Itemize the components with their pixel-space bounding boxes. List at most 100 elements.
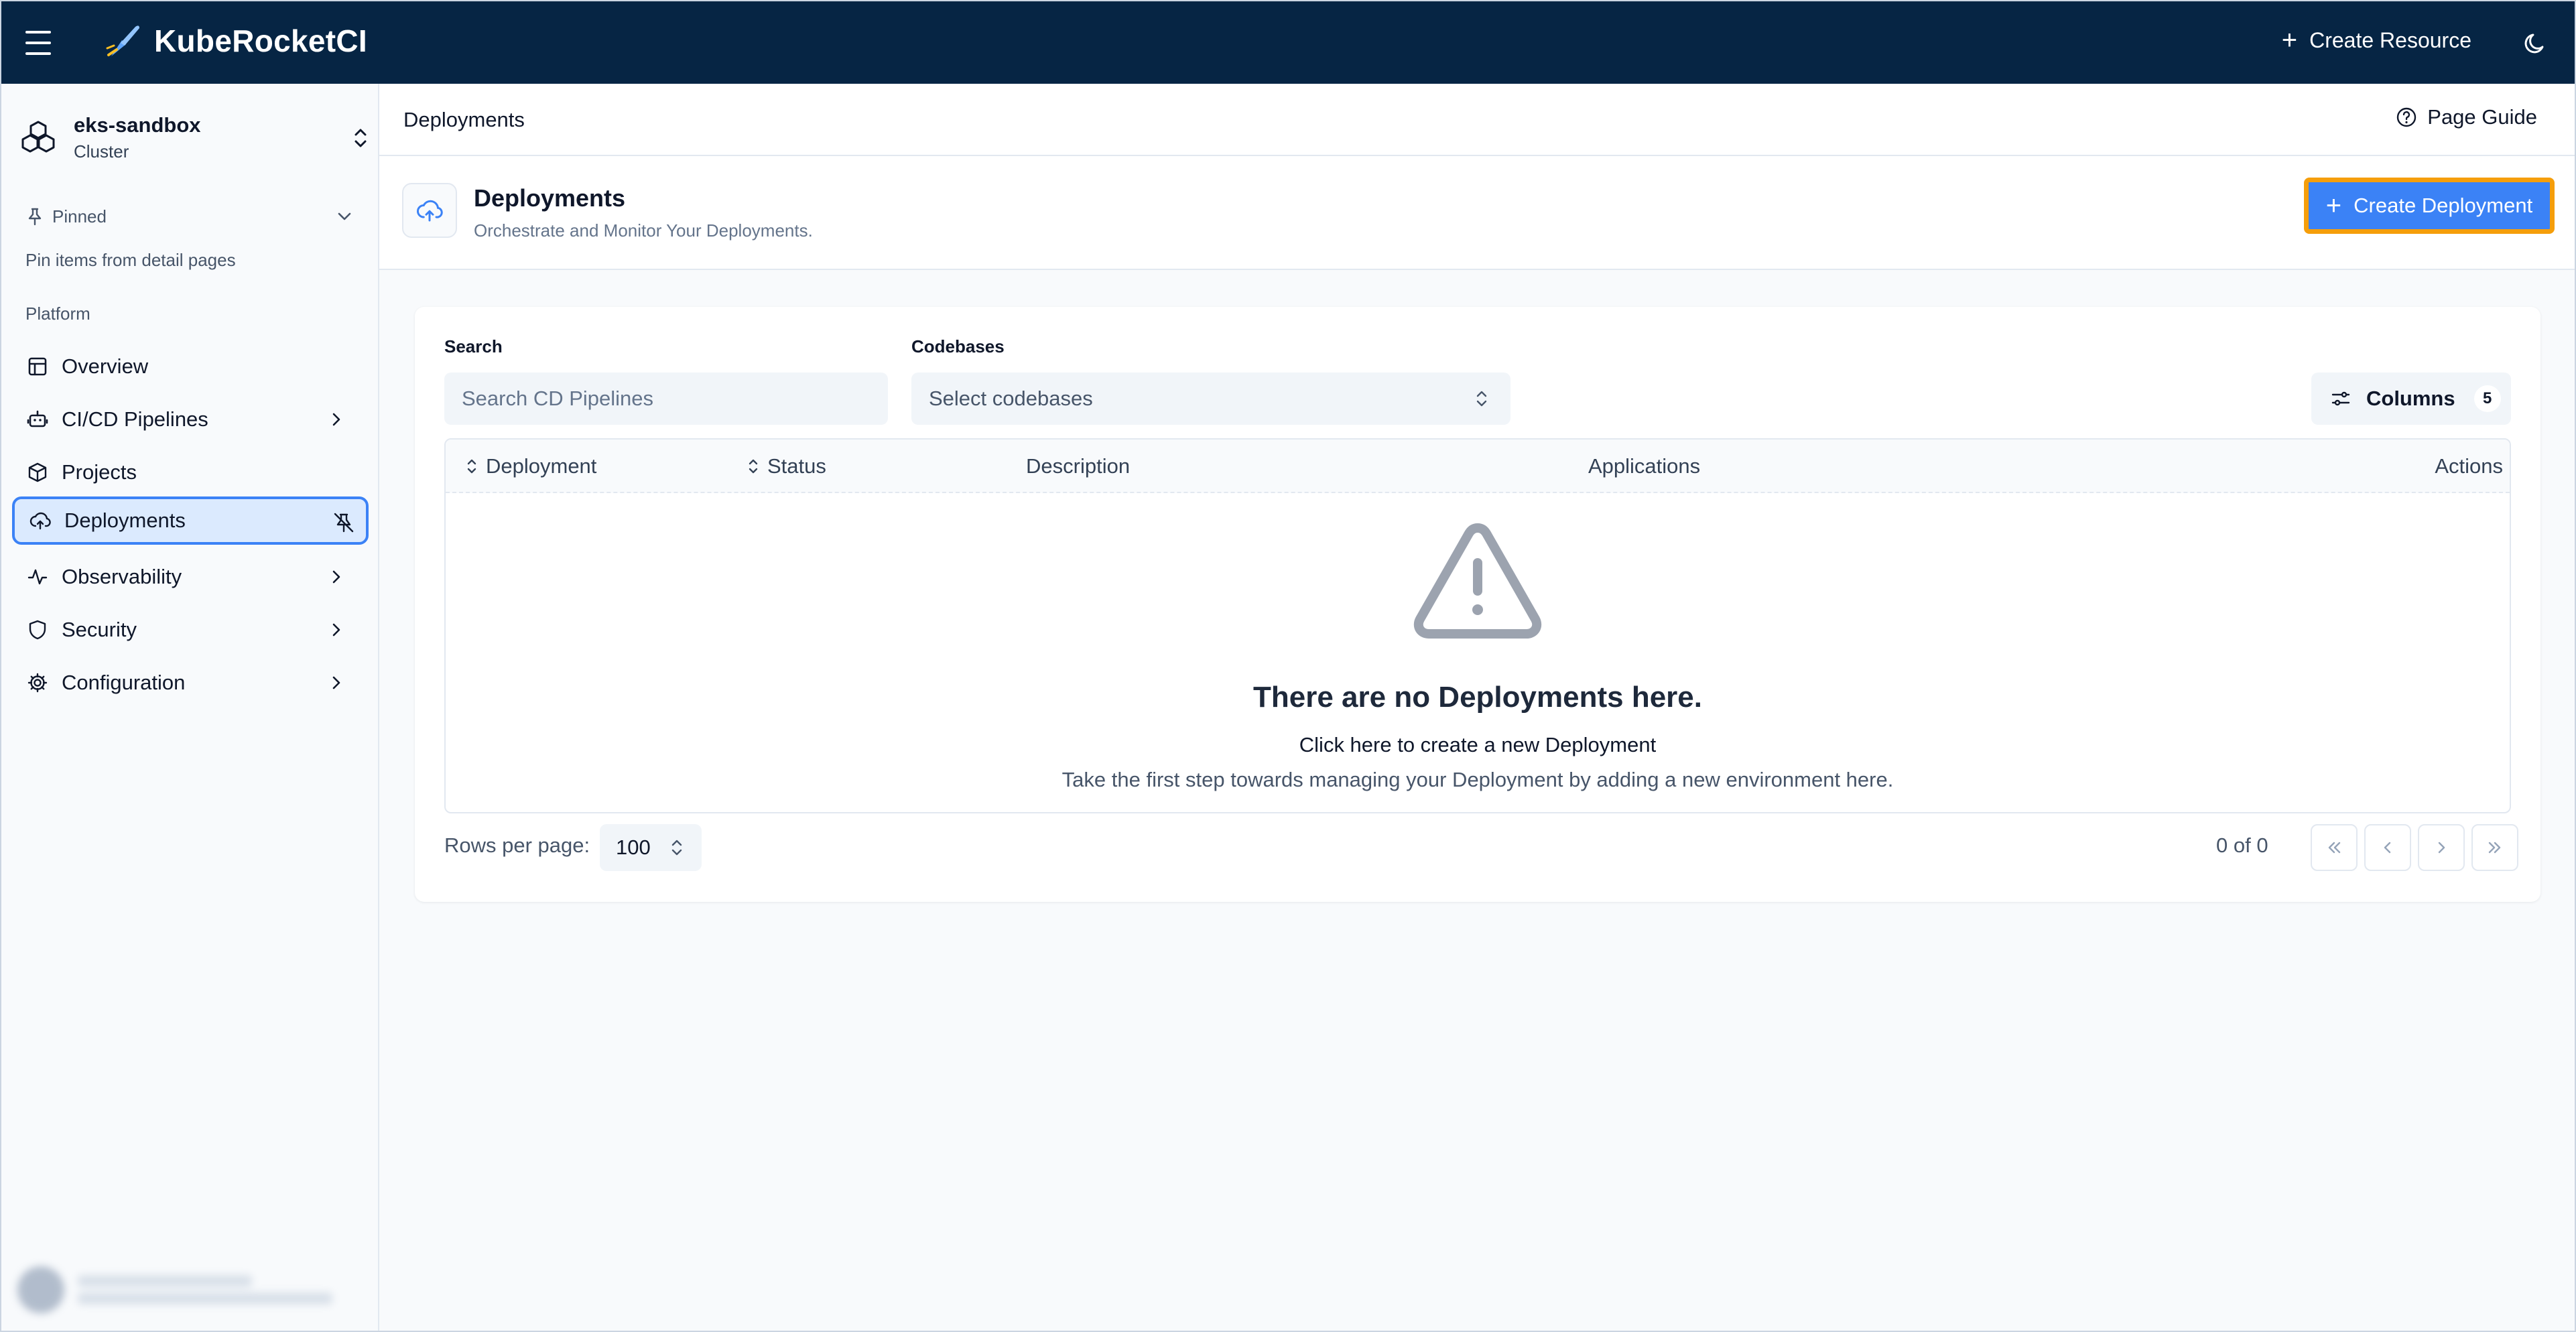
first-page-button[interactable] [2311, 824, 2358, 871]
search-input[interactable] [444, 373, 888, 425]
sort-icon [749, 459, 758, 474]
sidebar-item-label: Configuration [62, 671, 186, 694]
cluster-switcher[interactable]: eks-sandbox Cluster [20, 107, 369, 168]
deployments-table: Deployment Status Description Applicatio… [444, 438, 2511, 813]
page-header: Deployments Orchestrate and Monitor Your… [379, 156, 2575, 270]
app-window: KubeRocketCI + Create Resource eks-sandb… [0, 0, 2576, 1332]
sidebar-item-label: Deployments [64, 509, 186, 532]
chevron-left-icon [2384, 842, 2391, 854]
codebases-select[interactable]: Select codebases [911, 373, 1510, 425]
column-header-label: Actions [2435, 454, 2503, 478]
column-header-label: Applications [1588, 454, 1701, 478]
page-guide-button[interactable]: Page Guide [2395, 105, 2537, 129]
table-header: Deployment Status Description Applicatio… [446, 440, 2510, 493]
columns-count-badge: 5 [2473, 385, 2501, 412]
pin-off-icon[interactable] [332, 511, 355, 534]
sliders-icon [2331, 391, 2350, 406]
column-header-applications: Applications [1588, 454, 1700, 478]
sidebar: eks-sandbox Cluster Pinned Pin items fro… [1, 84, 379, 1331]
search-label: Search [444, 336, 503, 356]
empty-state-hint: Take the first step towards managing you… [1061, 768, 1894, 791]
pinned-label: Pinned [52, 206, 107, 226]
column-header-description: Description [1026, 454, 1130, 478]
sidebar-item-observability[interactable]: Observability [12, 553, 369, 601]
chevron-down-icon [338, 212, 351, 220]
pinned-hint: Pin items from detail pages [25, 250, 236, 270]
package-icon [28, 462, 47, 482]
column-header-status[interactable]: Status [747, 454, 826, 478]
create-resource-button[interactable]: + Create Resource [2282, 27, 2471, 54]
create-deployment-button[interactable]: + Create Deployment [2305, 179, 2553, 232]
brand-name: KubeRocketCI [154, 23, 367, 58]
breadcrumb: Deployments [403, 108, 525, 131]
column-header-actions: Actions [2435, 454, 2503, 478]
page-subtitle: Orchestrate and Monitor Your Deployments… [474, 220, 813, 241]
sidebar-item-cicd-pipelines[interactable]: CI/CD Pipelines [12, 395, 369, 444]
codebases-placeholder: Select codebases [929, 387, 1093, 410]
brand[interactable]: KubeRocketCI [103, 20, 367, 62]
top-bar: KubeRocketCI + Create Resource [1, 1, 2575, 84]
chevron-up-down-icon [671, 840, 682, 856]
rocket-logo-icon [106, 25, 139, 56]
chevron-right-icon [2438, 842, 2445, 854]
plus-icon: + [2281, 25, 2298, 55]
create-deployment-label: Create Deployment [2354, 194, 2533, 217]
columns-label: Columns [2366, 387, 2455, 410]
page-title: Deployments [474, 184, 626, 212]
cluster-icon [21, 121, 55, 153]
sidebar-item-label: Projects [62, 460, 137, 484]
next-page-button[interactable] [2418, 824, 2465, 871]
chevrons-right-icon [2488, 842, 2501, 854]
chevron-right-icon [332, 413, 340, 426]
empty-state: There are no Deployments here. Click her… [446, 494, 2510, 812]
cloud-upload-icon [417, 200, 443, 222]
pagination-range: 0 of 0 [2216, 834, 2268, 857]
create-deployment-link[interactable]: Click here to create a new Deployment [446, 733, 2510, 757]
empty-state-title: There are no Deployments here. [1253, 681, 1702, 714]
column-header-label: Description [1026, 454, 1131, 478]
user-account-blurred[interactable] [11, 1260, 366, 1320]
sidebar-item-label: Security [62, 618, 137, 641]
cluster-type: Cluster [74, 141, 129, 161]
create-resource-label: Create Resource [2309, 27, 2471, 52]
page-guide-label: Page Guide [2427, 105, 2537, 129]
chevron-up-down-icon [355, 129, 367, 147]
rows-per-page-value: 100 [616, 836, 651, 859]
shield-icon [29, 620, 46, 640]
sidebar-item-security[interactable]: Security [12, 606, 369, 654]
column-header-label: Deployment [486, 454, 597, 478]
sidebar-item-configuration[interactable]: Configuration [12, 659, 369, 707]
activity-icon [27, 569, 48, 585]
sidebar-item-deployments[interactable]: Deployments [12, 496, 369, 545]
pinned-section-toggle[interactable]: Pinned [25, 203, 354, 230]
moon-icon[interactable] [2522, 29, 2549, 56]
chevrons-left-icon [2328, 842, 2341, 854]
page-header-icon [402, 183, 457, 238]
rows-per-page-select[interactable]: 100 [600, 824, 702, 871]
sidebar-item-label: CI/CD Pipelines [62, 407, 208, 431]
rows-per-page-label: Rows per page: [444, 834, 590, 857]
sort-icon [467, 459, 476, 474]
plus-icon: + [2325, 191, 2342, 220]
sidebar-item-overview[interactable]: Overview [12, 342, 369, 391]
cloud-upload-icon [29, 512, 51, 530]
chevron-right-icon [332, 570, 340, 584]
column-header-label: Status [767, 454, 826, 478]
breadcrumb-bar: Deployments Page Guide [379, 84, 2575, 156]
main-content: Deployments Page Guide Deployments Orche… [379, 84, 2575, 1331]
menu-icon[interactable] [25, 31, 51, 55]
last-page-button[interactable] [2471, 824, 2518, 871]
gear-icon [27, 673, 48, 693]
warning-triangle-icon [1413, 523, 1542, 639]
columns-button[interactable]: Columns 5 [2311, 373, 2511, 425]
sidebar-item-projects[interactable]: Projects [12, 448, 369, 496]
avatar [17, 1266, 64, 1313]
column-header-deployment[interactable]: Deployment [466, 454, 596, 478]
layout-icon [28, 357, 47, 376]
cluster-name: eks-sandbox [74, 113, 201, 137]
chevron-right-icon [332, 623, 340, 637]
previous-page-button[interactable] [2364, 824, 2411, 871]
chevron-right-icon [332, 676, 340, 689]
chevron-up-down-icon [1476, 391, 1487, 407]
help-circle-icon [2397, 107, 2417, 127]
